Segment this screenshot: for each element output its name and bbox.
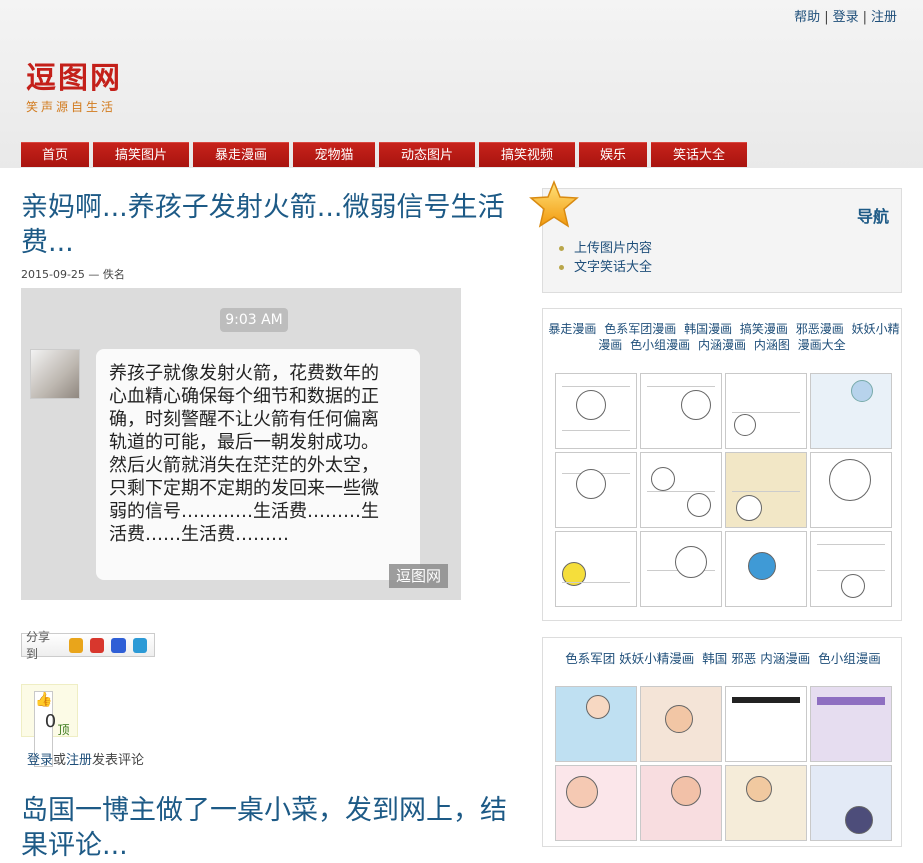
share-label: 分享到 (26, 630, 51, 661)
comic-thumbnail[interactable] (810, 531, 892, 607)
nav-item-videos[interactable]: 搞笑视频 (479, 142, 575, 167)
separator: | (862, 10, 867, 25)
comic-thumbnail[interactable] (725, 373, 807, 449)
comic-link[interactable]: 韩国漫画 (684, 322, 732, 336)
comics-links-2: 色系军团 妖妖小精漫画 韩国 邪恶 内涵漫画 色小组漫画 (543, 651, 903, 667)
nav-item-gifs[interactable]: 动态图片 (379, 142, 475, 167)
sidebar-nav-list: 上传图片内容 文字笑话大全 (559, 239, 652, 277)
list-item: 上传图片内容 (559, 239, 652, 258)
comic-thumbnail[interactable] (640, 765, 722, 841)
comic-thumb-grid (555, 373, 892, 607)
comic-link[interactable]: 韩国 (702, 651, 727, 666)
site-logo[interactable]: 逗图网 笑声源自生活 (26, 62, 122, 115)
comic-link[interactable]: 色系军团漫画 (604, 322, 676, 336)
post-image: 9:03 AM 养孩子就像发射火箭，花费数年的心血精心确保每个细节和数据的正确，… (21, 288, 461, 600)
comic-link[interactable]: 妖妖小精漫画 (619, 651, 694, 666)
chat-text: 养孩子就像发射火箭，花费数年的心血精心确保每个细节和数据的正确，时刻警醒不让火箭… (109, 363, 379, 545)
comment-or: 或 (53, 753, 67, 768)
help-link[interactable]: 帮助 (794, 10, 820, 25)
comic-thumbnail[interactable] (725, 531, 807, 607)
nav-item-rage-comics[interactable]: 暴走漫画 (193, 142, 289, 167)
comic-link[interactable]: 内涵图 (754, 338, 790, 352)
vote-box[interactable]: 👍 顶 0 (21, 684, 78, 767)
comic-link[interactable]: 色小组漫画 (818, 651, 881, 666)
comic-thumb-grid-2 (555, 686, 892, 841)
list-item: 文字笑话大全 (559, 258, 652, 277)
sidebar-nav-title: 导航 (856, 207, 889, 226)
comic-thumbnail[interactable] (555, 686, 637, 762)
comic-thumbnail[interactable] (640, 686, 722, 762)
comic-thumbnail[interactable] (725, 686, 807, 762)
comic-link[interactable]: 搞笑漫画 (740, 322, 788, 336)
comic-thumbnail[interactable] (555, 765, 637, 841)
watermark: 逗图网 (389, 564, 448, 588)
baidu-share-icon[interactable] (111, 637, 126, 653)
chat-time: 9:03 AM (220, 308, 288, 332)
qzone-share-icon[interactable] (68, 637, 83, 653)
post-meta: 2015-09-25 — 佚名 (21, 268, 125, 281)
text-jokes-link[interactable]: 文字笑话大全 (574, 260, 652, 275)
comic-link[interactable]: 色小组漫画 (630, 338, 690, 352)
comic-thumbnail[interactable] (810, 765, 892, 841)
comment-suffix: 发表评论 (92, 753, 145, 768)
nav-item-entertainment[interactable]: 娱乐 (579, 142, 647, 167)
nav-item-home[interactable]: 首页 (21, 142, 89, 167)
weibo-share-icon[interactable] (89, 637, 105, 653)
comic-link[interactable]: 邪恶漫画 (796, 322, 844, 336)
nav-item-cats[interactable]: 宠物猫 (293, 142, 375, 167)
comics-card-2: 色系军团 妖妖小精漫画 韩国 邪恶 内涵漫画 色小组漫画 (542, 637, 902, 847)
comic-thumbnail[interactable] (810, 686, 892, 762)
comic-link[interactable]: 邪恶 (731, 651, 756, 666)
renren-share-icon[interactable] (132, 637, 148, 653)
vote-count: 0 (44, 711, 57, 732)
comic-link[interactable]: 暴走漫画 (548, 322, 596, 336)
comic-thumbnail[interactable] (555, 373, 637, 449)
logo-title: 逗图网 (26, 61, 122, 96)
comment-login-link[interactable]: 登录 (27, 753, 53, 768)
post-title[interactable]: 亲妈啊...养孩子发射火箭...微弱信号生活费... (21, 190, 511, 260)
upload-link[interactable]: 上传图片内容 (574, 241, 652, 256)
star-icon (529, 180, 579, 228)
comic-link[interactable]: 内涵漫画 (760, 651, 810, 666)
avatar (30, 349, 80, 399)
comic-thumbnail[interactable] (555, 531, 637, 607)
comics-links: 暴走漫画 色系军团漫画 韩国漫画 搞笑漫画 邪恶漫画 妖妖小精漫画 色小组漫画 … (543, 321, 903, 353)
top-links: 帮助 | 登录 | 注册 (794, 6, 897, 25)
comment-prompt: 登录或注册发表评论 (27, 749, 144, 768)
comic-thumbnail[interactable] (555, 452, 637, 528)
separator: | (824, 10, 829, 25)
comic-thumbnail[interactable] (810, 452, 892, 528)
logo-slogan: 笑声源自生活 (26, 100, 117, 114)
comment-register-link[interactable]: 注册 (66, 753, 92, 768)
nav-item-funny-pics[interactable]: 搞笑图片 (93, 142, 189, 167)
comic-link[interactable]: 色系军团 (565, 651, 615, 666)
comic-link[interactable]: 内涵漫画 (698, 338, 746, 352)
comic-thumbnail[interactable] (725, 765, 807, 841)
next-post-title[interactable]: 岛国一博主做了一桌小菜，发到网上，结果评论... (21, 793, 521, 863)
comic-thumbnail[interactable] (640, 452, 722, 528)
comic-thumbnail[interactable] (725, 452, 807, 528)
share-bar: 分享到 (21, 630, 155, 661)
comic-thumbnail[interactable] (810, 373, 892, 449)
register-link[interactable]: 注册 (871, 10, 897, 25)
nav-item-jokes[interactable]: 笑话大全 (651, 142, 747, 167)
login-link[interactable]: 登录 (833, 10, 859, 25)
sidebar-nav-box: 导航 上传图片内容 文字笑话大全 (542, 188, 902, 293)
comic-thumbnail[interactable] (640, 373, 722, 449)
main-nav: 首页 搞笑图片 暴走漫画 宠物猫 动态图片 搞笑视频 娱乐 笑话大全 (21, 142, 751, 167)
comic-thumbnail[interactable] (640, 531, 722, 607)
chat-bubble: 养孩子就像发射火箭，花费数年的心血精心确保每个细节和数据的正确，时刻警醒不让火箭… (96, 349, 420, 580)
comic-link[interactable]: 漫画大全 (798, 338, 846, 352)
comics-card: 暴走漫画 色系军团漫画 韩国漫画 搞笑漫画 邪恶漫画 妖妖小精漫画 色小组漫画 … (542, 308, 902, 621)
